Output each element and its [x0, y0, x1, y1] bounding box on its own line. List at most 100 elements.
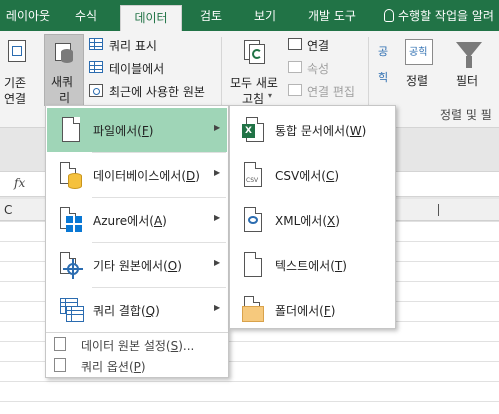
menu-item-label: 폴더에서 — [275, 304, 320, 318]
menu-separator — [46, 332, 228, 333]
existing-connections-icon — [8, 40, 26, 62]
tab-view[interactable]: 보기 — [244, 0, 286, 31]
other-sources-icon — [60, 251, 83, 279]
ellipsis: ... — [182, 339, 195, 353]
from-file-submenu: X 통합 문서에서(W) CSV CSV에서(C) XML에서(X) 텍스트에서… — [229, 105, 396, 329]
azure-icon — [60, 206, 82, 234]
access-key: Q — [145, 304, 156, 318]
combine-queries-icon — [60, 296, 84, 324]
menu-item-label: 데이터 원본 설정 — [81, 339, 166, 353]
tab-review[interactable]: 검토 — [190, 0, 232, 31]
from-table-button[interactable]: 테이블에서 — [89, 59, 209, 77]
connections-label: 연결 — [307, 39, 330, 53]
menu-item-label: 텍스트에서 — [275, 259, 331, 273]
access-key: F — [323, 304, 331, 318]
function-icon[interactable]: fx — [14, 176, 25, 190]
refresh-all-button[interactable]: 모두 새로 고침 ▾ — [228, 34, 284, 106]
access-key: C — [325, 169, 335, 183]
filter-icon-stem — [466, 56, 472, 68]
menu-item-from-azure[interactable]: Azure에서(A) ▶ — [47, 198, 227, 242]
menu-item-from-xml[interactable]: XML에서(X) — [231, 198, 395, 242]
access-key: D — [186, 169, 196, 183]
sort-icon: 공힉 — [405, 39, 433, 65]
csv-badge: CSV — [246, 177, 259, 184]
show-queries-label: 쿼리 표시 — [109, 39, 157, 53]
tab-layout[interactable]: 레이아웃 — [0, 0, 56, 31]
properties-icon — [288, 61, 302, 73]
properties-button[interactable]: 속성 — [288, 59, 368, 77]
sort-ascending-icon: 공 — [378, 45, 389, 58]
menu-item-label: 통합 문서에서 — [275, 124, 346, 138]
menu-item-from-database[interactable]: 데이터베이스에서(D) ▶ — [47, 153, 227, 197]
sort-az-button[interactable]: 공 힉 — [376, 39, 396, 93]
submenu-arrow-icon: ▶ — [214, 213, 221, 222]
submenu-arrow-icon: ▶ — [214, 168, 221, 177]
existing-connections-button[interactable]: 기존 연결 — [2, 34, 38, 106]
ribbon-tab-bar: 레이아웃 수식 데이터 검토 보기 개발 도구 수행할 작업을 알려 — [0, 0, 499, 31]
column-divider — [438, 204, 439, 216]
menu-item-label: 쿼리 옵션 — [81, 360, 129, 374]
from-table-icon — [89, 61, 103, 73]
menu-item-from-workbook[interactable]: X 통합 문서에서(W) — [231, 108, 395, 152]
recent-sources-label: 최근에 사용한 원본 — [109, 85, 205, 99]
menu-item-combine-queries[interactable]: 쿼리 결합(Q) ▶ — [47, 288, 227, 332]
chevron-down-icon: ▾ — [268, 91, 273, 100]
access-key: O — [167, 259, 178, 273]
new-query-icon — [55, 41, 75, 65]
lightbulb-icon — [384, 9, 394, 22]
new-query-button[interactable]: 새쿼 리 — [44, 34, 84, 106]
access-key: F — [141, 124, 149, 138]
show-queries-button[interactable]: 쿼리 표시 — [89, 36, 209, 54]
menu-item-label: Azure에서 — [93, 214, 150, 228]
submenu-arrow-icon: ▶ — [214, 123, 221, 132]
access-key: S — [170, 339, 179, 353]
sort-filter-group-label: 정렬 및 필 — [440, 108, 492, 122]
excel-workbook-icon: X — [242, 116, 264, 144]
sort-button[interactable]: 공힉 정렬 — [402, 34, 438, 106]
sort-label: 정렬 — [406, 74, 429, 88]
refresh-icon — [244, 40, 266, 64]
menu-item-from-text[interactable]: 텍스트에서(T) — [231, 243, 395, 287]
tab-developer[interactable]: 개발 도구 — [296, 0, 368, 31]
existing-connections-label-1: 기존 — [4, 76, 27, 90]
show-queries-icon — [89, 38, 103, 50]
menu-item-label: 데이터베이스에서 — [93, 169, 182, 183]
menu-item-from-file[interactable]: 파일에서(F) ▶ — [47, 108, 227, 152]
filter-button[interactable]: 필터 — [448, 34, 492, 106]
edit-links-icon — [288, 84, 302, 96]
tab-data[interactable]: 데이터 — [120, 5, 182, 31]
menu-item-data-source-settings[interactable]: 데이터 원본 설정(S)... — [47, 334, 227, 354]
menu-item-label: 쿼리 결합 — [93, 304, 141, 318]
from-table-label: 테이블에서 — [109, 62, 165, 76]
query-options-icon — [54, 358, 66, 372]
connections-button[interactable]: 연결 — [288, 36, 368, 54]
access-key: T — [334, 259, 343, 273]
text-file-icon — [242, 251, 264, 279]
tab-formulas[interactable]: 수식 — [66, 0, 106, 31]
excel-badge: X — [242, 124, 255, 138]
menu-item-query-options[interactable]: 쿼리 옵션(P) — [47, 355, 227, 375]
menu-item-from-other-sources[interactable]: 기타 원본에서(O) ▶ — [47, 243, 227, 287]
menu-item-label: CSV에서 — [275, 169, 322, 183]
recent-sources-button[interactable]: 최근에 사용한 원본 — [89, 82, 217, 100]
submenu-arrow-icon: ▶ — [214, 303, 221, 312]
menu-item-label: XML에서 — [275, 214, 323, 228]
access-key: A — [153, 214, 163, 228]
menu-item-from-csv[interactable]: CSV CSV에서(C) — [231, 153, 395, 197]
tell-me-text: 수행할 작업을 알려 — [398, 9, 494, 23]
connections-icon — [288, 38, 302, 50]
xml-file-icon — [242, 206, 264, 234]
edit-links-label: 연결 편집 — [307, 85, 355, 99]
access-key: X — [327, 214, 336, 228]
new-query-label-2: 리 — [59, 91, 71, 105]
tell-me-box[interactable]: 수행할 작업을 알려 — [384, 0, 494, 31]
menu-item-from-folder[interactable]: 폴더에서(F) — [231, 288, 395, 332]
access-key: P — [133, 360, 141, 374]
refresh-all-label-1: 모두 새로 — [230, 76, 278, 90]
column-header-c[interactable]: C — [4, 203, 12, 217]
edit-links-button[interactable]: 연결 편집 — [288, 82, 368, 100]
submenu-arrow-icon: ▶ — [214, 258, 221, 267]
properties-label: 속성 — [307, 62, 330, 76]
new-query-label-1: 새쿼 — [51, 75, 74, 89]
csv-file-icon: CSV — [242, 161, 264, 189]
